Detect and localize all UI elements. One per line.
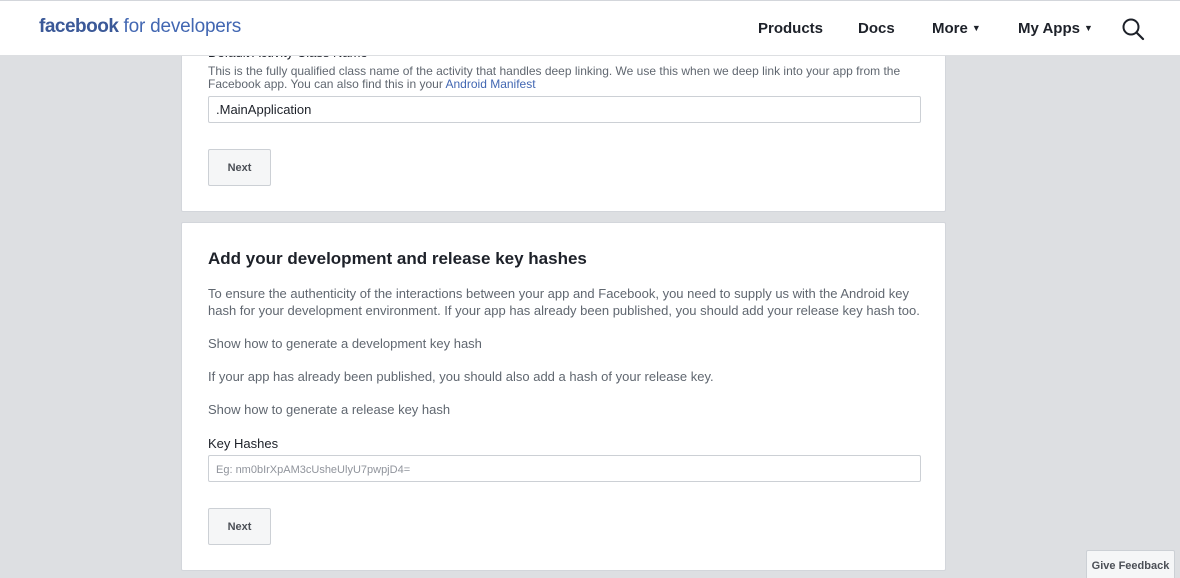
next-button-1[interactable]: Next [208,149,271,186]
top-navigation-bar: facebook for developers Products Docs Mo… [0,0,1180,56]
default-activity-class-input[interactable] [208,96,921,123]
section-title: Add your development and release key has… [208,249,587,268]
nav-products[interactable]: Products [758,20,823,37]
section-description: To ensure the authenticity of the intera… [208,286,920,318]
key-hashes-card: Add your development and release key has… [181,222,946,571]
nav-docs-label: Docs [858,20,895,37]
nav-my-apps-label: My Apps [1018,20,1080,37]
give-feedback-button[interactable]: Give Feedback [1086,550,1175,578]
nav-more[interactable]: More ▼ [932,20,981,37]
logo-brand: facebook [39,16,119,37]
dev-key-hash-link[interactable]: Show how to generate a development key h… [208,336,482,353]
caret-down-icon: ▼ [971,23,981,33]
release-key-note: If your app has already been published, … [208,369,714,384]
logo-suffix: for developers [118,16,242,37]
search-icon[interactable] [1121,17,1145,41]
android-manifest-link[interactable]: Android Manifest [446,77,536,91]
default-activity-card: Default Activity Class Name This is the … [181,30,946,212]
field-description: This is the fully qualified class name o… [208,65,928,90]
description-text: This is the fully qualified class name o… [208,64,901,91]
key-hashes-input[interactable] [208,455,921,482]
facebook-for-developers-logo[interactable]: facebook for developers [39,16,241,38]
nav-products-label: Products [758,20,824,37]
nav-docs[interactable]: Docs [858,20,895,37]
key-hashes-label: Key Hashes [208,436,279,451]
caret-down-icon: ▼ [1083,23,1093,33]
nav-more-label: More [932,20,968,37]
nav-my-apps[interactable]: My Apps ▼ [1018,20,1093,37]
next-button-2[interactable]: Next [208,508,271,545]
release-key-hash-link[interactable]: Show how to generate a release key hash [208,402,450,419]
